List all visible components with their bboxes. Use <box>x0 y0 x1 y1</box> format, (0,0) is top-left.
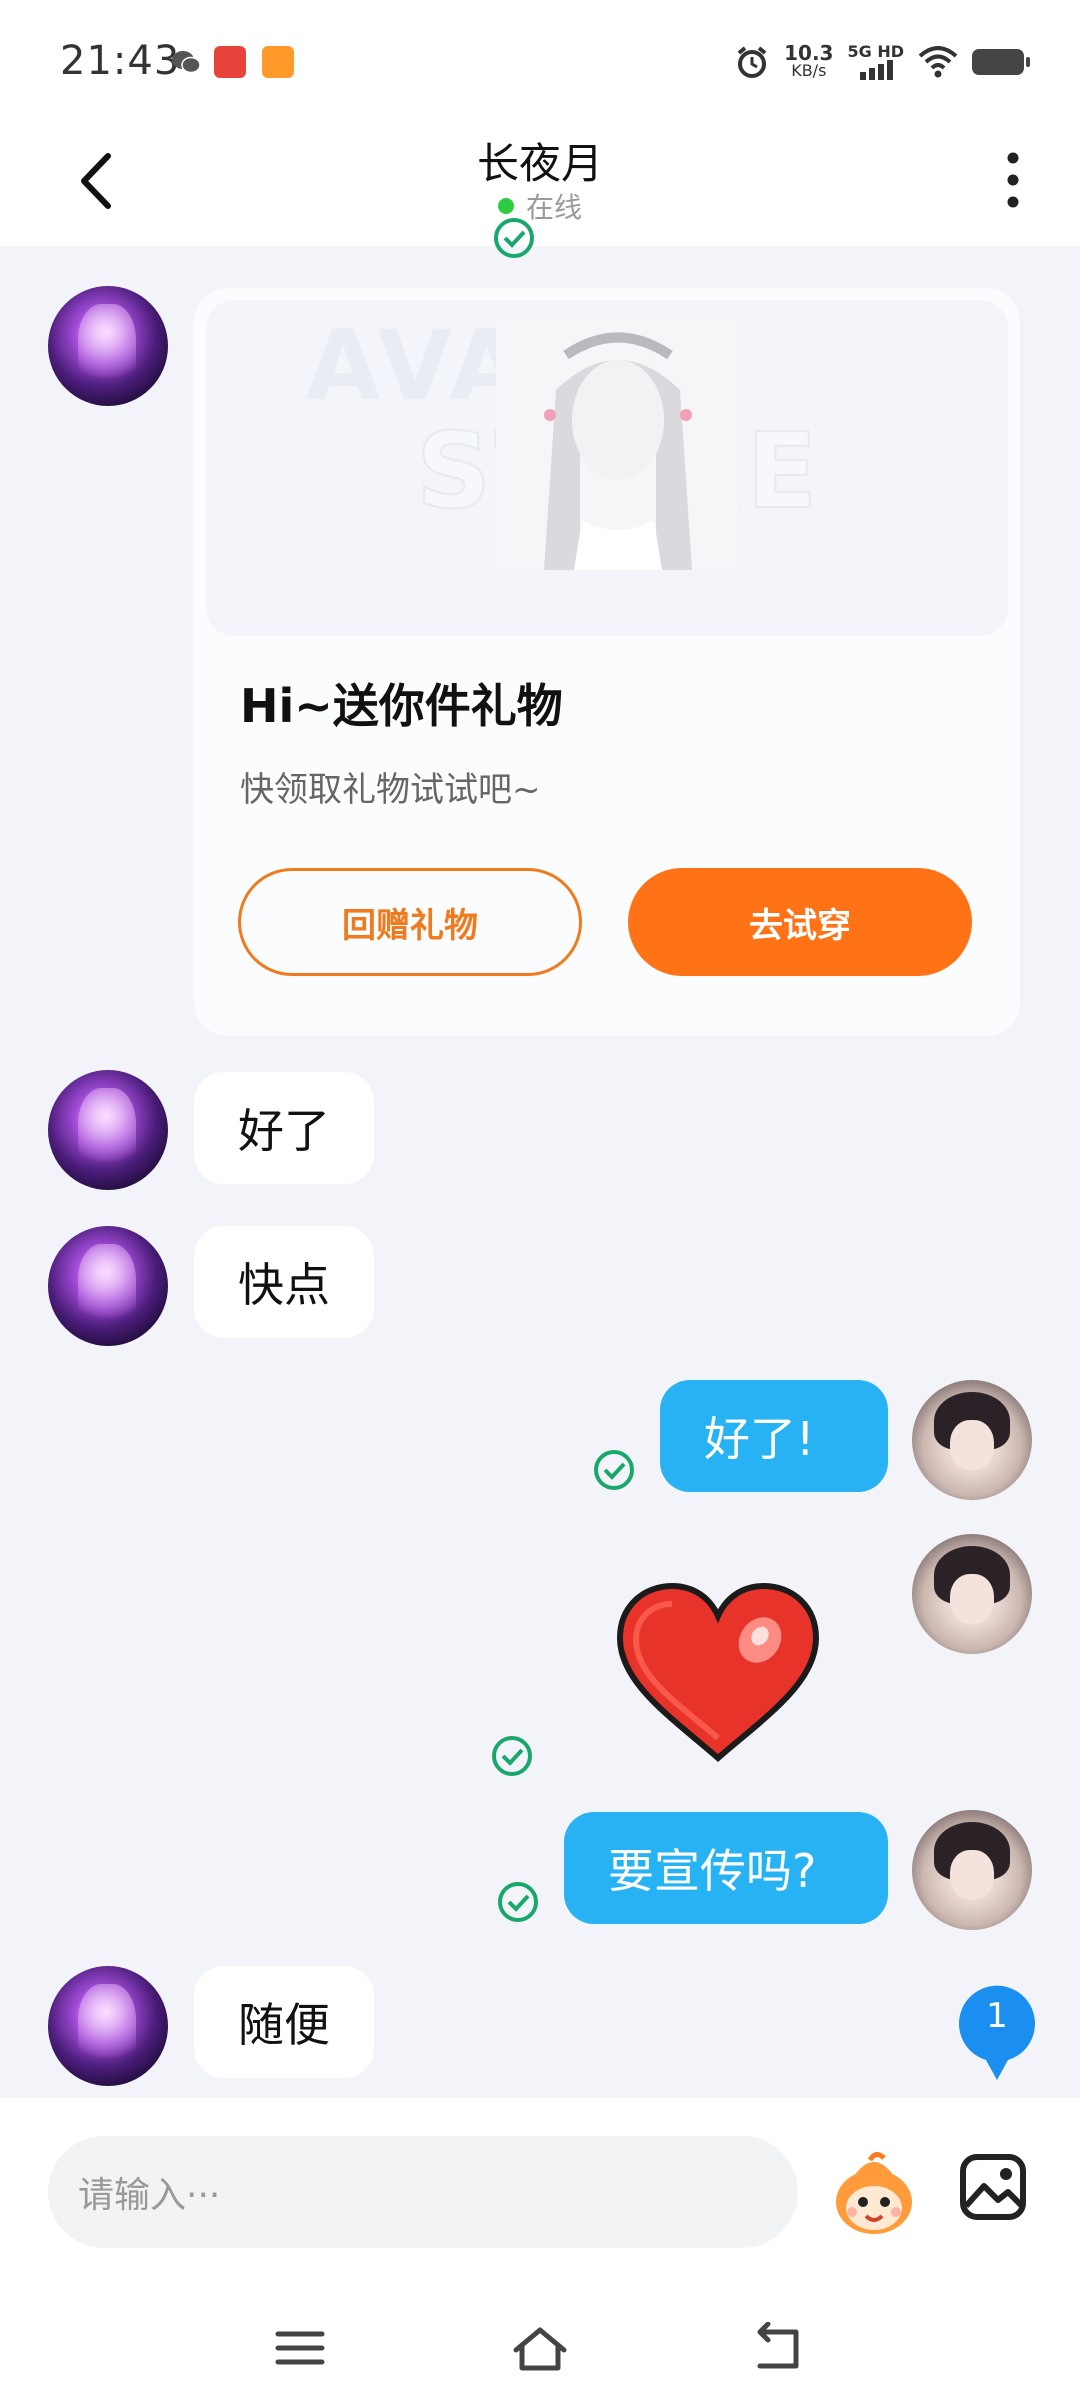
image-picker-icon[interactable] <box>958 2152 1028 2222</box>
my-avatar[interactable] <box>912 1380 1032 1500</box>
signal-icon: 5G HD <box>847 44 904 80</box>
battery-icon <box>972 49 1030 75</box>
video-app-icon <box>262 46 294 78</box>
status-right: 10.3 KB/s 5G HD <box>734 40 1030 84</box>
read-tick-icon <box>494 218 534 258</box>
chat-header: 长夜月 在线 <box>0 120 1080 246</box>
gift-image: AVATAR STORE <box>206 300 1008 636</box>
gift-hair-preview <box>496 320 740 570</box>
message-bubble-outgoing[interactable]: 要宣传吗? <box>564 1812 888 1924</box>
status-time: 21:43 <box>60 38 181 84</box>
read-tick-icon <box>594 1450 634 1490</box>
message-bubble-incoming[interactable]: 快点 <box>194 1226 374 1338</box>
heart-sticker[interactable] <box>612 1578 824 1764</box>
return-gift-button[interactable]: 回赠礼物 <box>238 868 582 976</box>
contact-avatar[interactable] <box>48 1966 168 2086</box>
gift-subtitle: 快领取礼物试试吧~ <box>240 770 541 810</box>
alarm-icon <box>737 46 767 78</box>
status-bar: 21:43 10.3 KB/s 5G HD <box>0 0 1080 120</box>
gift-card: AVATAR STORE Hi~送你件礼物 快领取礼物试试吧~ 回赠礼物 去试穿 <box>194 288 1020 1036</box>
online-dot-icon <box>497 198 514 214</box>
message-bubble-incoming[interactable]: 好了 <box>194 1072 374 1184</box>
read-tick-icon <box>492 1736 532 1776</box>
contact-avatar[interactable] <box>48 1226 168 1346</box>
wifi-icon <box>918 46 958 78</box>
system-nav-bar <box>0 2288 1080 2408</box>
try-on-button[interactable]: 去试穿 <box>628 868 972 976</box>
online-status: 在线 <box>0 186 1080 226</box>
emoji-mascot-icon[interactable] <box>830 2150 918 2238</box>
net-speed: 10.3 KB/s <box>784 41 834 80</box>
more-options-icon[interactable] <box>998 150 1028 210</box>
menu-icon[interactable] <box>270 2322 330 2374</box>
unread-count: 1 <box>986 1996 1008 2036</box>
message-input[interactable]: 请输入··· <box>48 2136 798 2248</box>
wechat-icon <box>172 51 201 74</box>
back-nav-icon[interactable] <box>750 2322 810 2374</box>
gift-title: Hi~送你件礼物 <box>240 679 563 733</box>
message-bubble-outgoing[interactable]: 好了! <box>660 1380 888 1492</box>
my-avatar[interactable] <box>912 1810 1032 1930</box>
my-avatar[interactable] <box>912 1534 1032 1654</box>
app-icon <box>214 46 246 78</box>
message-bubble-incoming[interactable]: 随便 <box>194 1966 374 2078</box>
home-icon[interactable] <box>510 2322 570 2374</box>
contact-avatar[interactable] <box>48 286 168 406</box>
contact-name: 长夜月 <box>476 139 603 188</box>
read-tick-icon <box>498 1882 538 1922</box>
input-bar: 请输入··· <box>0 2098 1080 2288</box>
contact-avatar[interactable] <box>48 1070 168 1190</box>
